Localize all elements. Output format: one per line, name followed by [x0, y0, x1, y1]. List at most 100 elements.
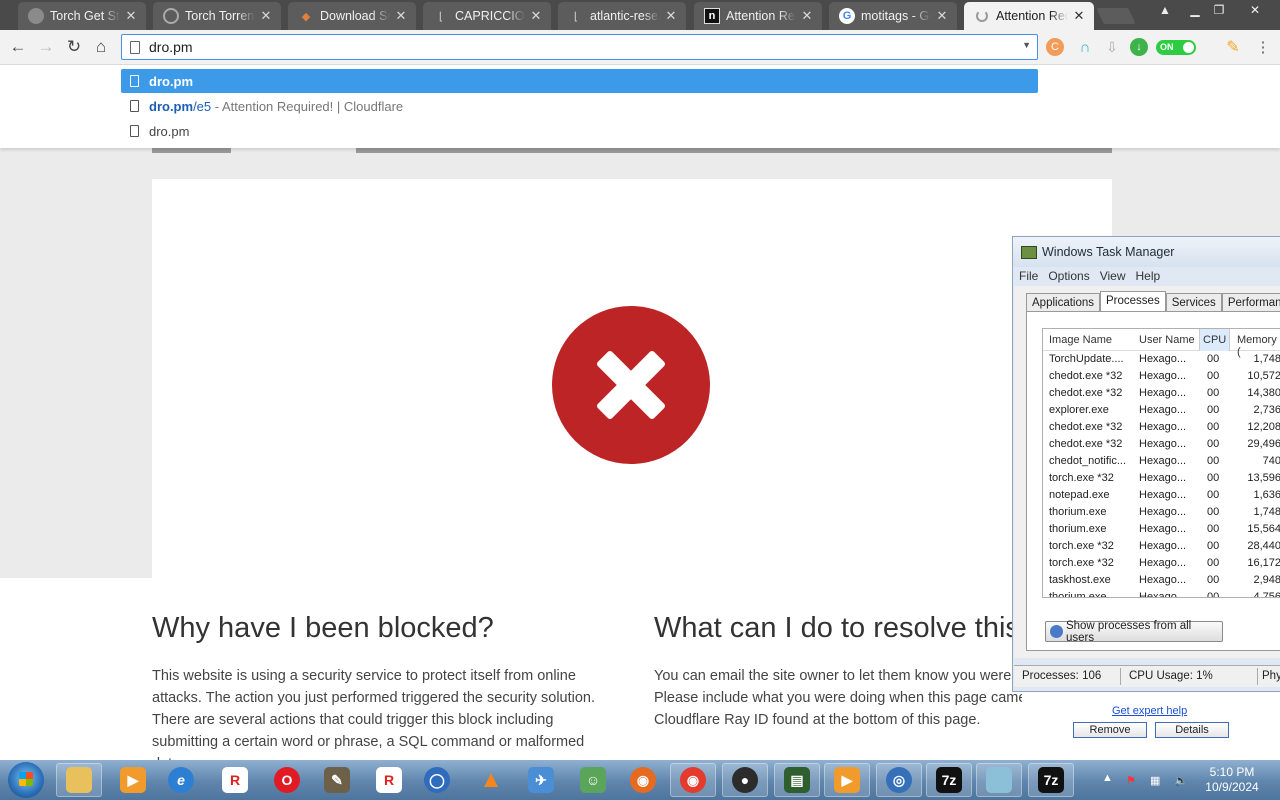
- forward-button[interactable]: →: [35, 36, 57, 58]
- table-row[interactable]: chedot.exe *32 Hexago... 00 12,208: [1043, 419, 1280, 436]
- table-row[interactable]: chedot.exe *32 Hexago... 00 29,496: [1043, 436, 1280, 453]
- task-manager-titlebar[interactable]: Windows Task Manager: [1013, 237, 1280, 267]
- system-clock[interactable]: 5:10 PM 10/9/2024: [1202, 765, 1262, 795]
- close-icon[interactable]: ✕: [664, 8, 678, 24]
- table-row[interactable]: TorchUpdate.... Hexago... 00 1,748: [1043, 351, 1280, 368]
- menu-file[interactable]: File: [1014, 267, 1043, 286]
- browser-tab[interactable]: n Attention Req ✕: [694, 2, 822, 30]
- cell-user-name: Hexago...: [1139, 540, 1187, 552]
- start-button[interactable]: [8, 762, 44, 798]
- browser-tab[interactable]: G motitags - Go ✕: [829, 2, 957, 30]
- process-list[interactable]: Image Name User Name CPU Memory ( TorchU…: [1042, 328, 1280, 598]
- terminal-icon[interactable]: ▤: [774, 763, 820, 797]
- globe-icon[interactable]: ◎: [876, 763, 922, 797]
- tab-applications[interactable]: Applications: [1026, 293, 1101, 312]
- close-icon[interactable]: ✕: [394, 8, 408, 24]
- table-row[interactable]: explorer.exe Hexago... 00 2,736: [1043, 402, 1280, 419]
- close-icon[interactable]: ✕: [259, 8, 273, 24]
- address-input[interactable]: [149, 38, 1009, 56]
- media-icon[interactable]: ▶: [824, 763, 870, 797]
- opera-icon[interactable]: O: [264, 763, 310, 797]
- table-row[interactable]: notepad.exe Hexago... 00 1,636: [1043, 487, 1280, 504]
- pen-icon[interactable]: ✎: [1224, 38, 1242, 56]
- roblox-studio-icon[interactable]: R: [366, 763, 412, 797]
- firefox-nightly-icon[interactable]: ◉: [670, 763, 716, 797]
- chevron-down-icon[interactable]: ▼: [1022, 40, 1031, 50]
- minimize-button[interactable]: ▁: [1182, 0, 1208, 20]
- close-icon[interactable]: ✕: [800, 8, 814, 24]
- table-row[interactable]: torch.exe *32 Hexago... 00 28,440: [1043, 538, 1280, 555]
- table-row[interactable]: thorium.exe Hexago... 00 15,564: [1043, 521, 1280, 538]
- page-icon: [130, 75, 139, 87]
- table-row[interactable]: torch.exe *32 Hexago... 00 13,596: [1043, 470, 1280, 487]
- table-row[interactable]: chedot.exe *32 Hexago... 00 14,380: [1043, 385, 1280, 402]
- address-bar[interactable]: ▼: [121, 34, 1038, 60]
- menu-icon[interactable]: ⋮: [1254, 38, 1272, 56]
- suggestion-item[interactable]: dro.pm: [121, 69, 1038, 93]
- tab-processes[interactable]: Processes: [1100, 291, 1166, 312]
- reload-button[interactable]: ↻: [63, 36, 85, 58]
- extension-toggle[interactable]: ON: [1156, 40, 1196, 55]
- table-row[interactable]: thorium.exe Hexago... 00 1,748: [1043, 504, 1280, 521]
- browser-tab[interactable]: ⌊ CAPRICCIO H ✕: [423, 2, 551, 30]
- table-row[interactable]: taskhost.exe Hexago... 00 2,948: [1043, 572, 1280, 589]
- browser-tab[interactable]: Torch Torrent ✕: [153, 2, 281, 30]
- close-icon[interactable]: ✕: [124, 8, 138, 24]
- headphones-icon[interactable]: ∩: [1076, 38, 1094, 56]
- torrent-download-icon[interactable]: ↓: [1130, 38, 1148, 56]
- show-all-processes-button[interactable]: Show processes from all users: [1045, 620, 1223, 644]
- menu-view[interactable]: View: [1095, 267, 1131, 286]
- network-icon[interactable]: ▦: [1150, 774, 1164, 787]
- cell-image-name: chedot.exe *32: [1049, 438, 1123, 450]
- browser-tab-active[interactable]: Attention Req ✕: [964, 2, 1094, 30]
- menu-options[interactable]: Options: [1043, 267, 1094, 286]
- get-expert-help-link[interactable]: Get expert help: [1112, 705, 1187, 717]
- column-image-name[interactable]: Image Name: [1049, 334, 1112, 346]
- ie-icon[interactable]: e: [158, 763, 204, 797]
- new-tab-button[interactable]: [1096, 8, 1136, 24]
- angry-bird-icon[interactable]: ●: [722, 763, 768, 797]
- browser-tab[interactable]: ◆ Download Sm ✕: [288, 2, 416, 30]
- restore-button[interactable]: ❐: [1206, 0, 1232, 20]
- home-button[interactable]: ⌂: [90, 36, 112, 58]
- close-icon[interactable]: ✕: [529, 8, 543, 24]
- close-icon[interactable]: ✕: [935, 8, 949, 24]
- table-row[interactable]: chedot_notific... Hexago... 00 740: [1043, 453, 1280, 470]
- bird-icon[interactable]: ✈: [518, 763, 564, 797]
- roblox-icon[interactable]: R: [212, 763, 258, 797]
- tray-expand-icon[interactable]: ▲: [1102, 772, 1116, 784]
- close-icon[interactable]: ✕: [1072, 8, 1086, 24]
- media-player-icon[interactable]: ▶: [110, 763, 156, 797]
- users-icon[interactable]: ☺: [570, 763, 616, 797]
- volume-icon[interactable]: 🔈: [1174, 774, 1188, 787]
- browser-tab[interactable]: Torch Get Sta ✕: [18, 2, 146, 30]
- column-user-name[interactable]: User Name: [1139, 334, 1195, 346]
- torch-browser-icon[interactable]: ◯: [414, 763, 460, 797]
- tab-performance[interactable]: Performance: [1221, 293, 1280, 312]
- suggestion-item[interactable]: dro.pm /e5 - Attention Required! | Cloud…: [121, 94, 1038, 118]
- browser-tab[interactable]: ⌊ atlantic-resea ✕: [558, 2, 686, 30]
- 7zip-icon[interactable]: 7z: [926, 763, 972, 797]
- files-icon[interactable]: [976, 763, 1022, 797]
- firefox-icon[interactable]: ◉: [620, 763, 666, 797]
- cell-cpu: 00: [1207, 506, 1220, 518]
- column-cpu[interactable]: CPU: [1199, 329, 1231, 351]
- table-row[interactable]: torch.exe *32 Hexago... 00 16,172: [1043, 555, 1280, 572]
- action-center-icon[interactable]: ⚑: [1126, 774, 1140, 787]
- back-button[interactable]: ←: [7, 36, 29, 58]
- profile-icon[interactable]: ▲: [1152, 0, 1178, 20]
- extension-c-icon[interactable]: C: [1046, 38, 1064, 56]
- menu-help[interactable]: Help: [1131, 267, 1166, 286]
- suggestion-item[interactable]: dro.pm: [121, 119, 1038, 143]
- tab-services[interactable]: Services: [1165, 293, 1222, 312]
- remove-button[interactable]: Remove: [1073, 722, 1147, 738]
- details-button[interactable]: Details: [1155, 722, 1229, 738]
- table-row[interactable]: chedot.exe *32 Hexago... 00 10,572: [1043, 368, 1280, 385]
- close-window-button[interactable]: ✕: [1240, 0, 1270, 20]
- table-row[interactable]: thorium.exe Hexago... 00 4,756: [1043, 589, 1280, 597]
- explorer-icon[interactable]: [56, 763, 102, 797]
- 7zip-file-manager-icon[interactable]: 7z: [1028, 763, 1074, 797]
- vlc-icon[interactable]: ▲: [468, 763, 514, 797]
- download-icon[interactable]: ⇩: [1103, 38, 1121, 56]
- gimp-icon[interactable]: ✎: [314, 763, 360, 797]
